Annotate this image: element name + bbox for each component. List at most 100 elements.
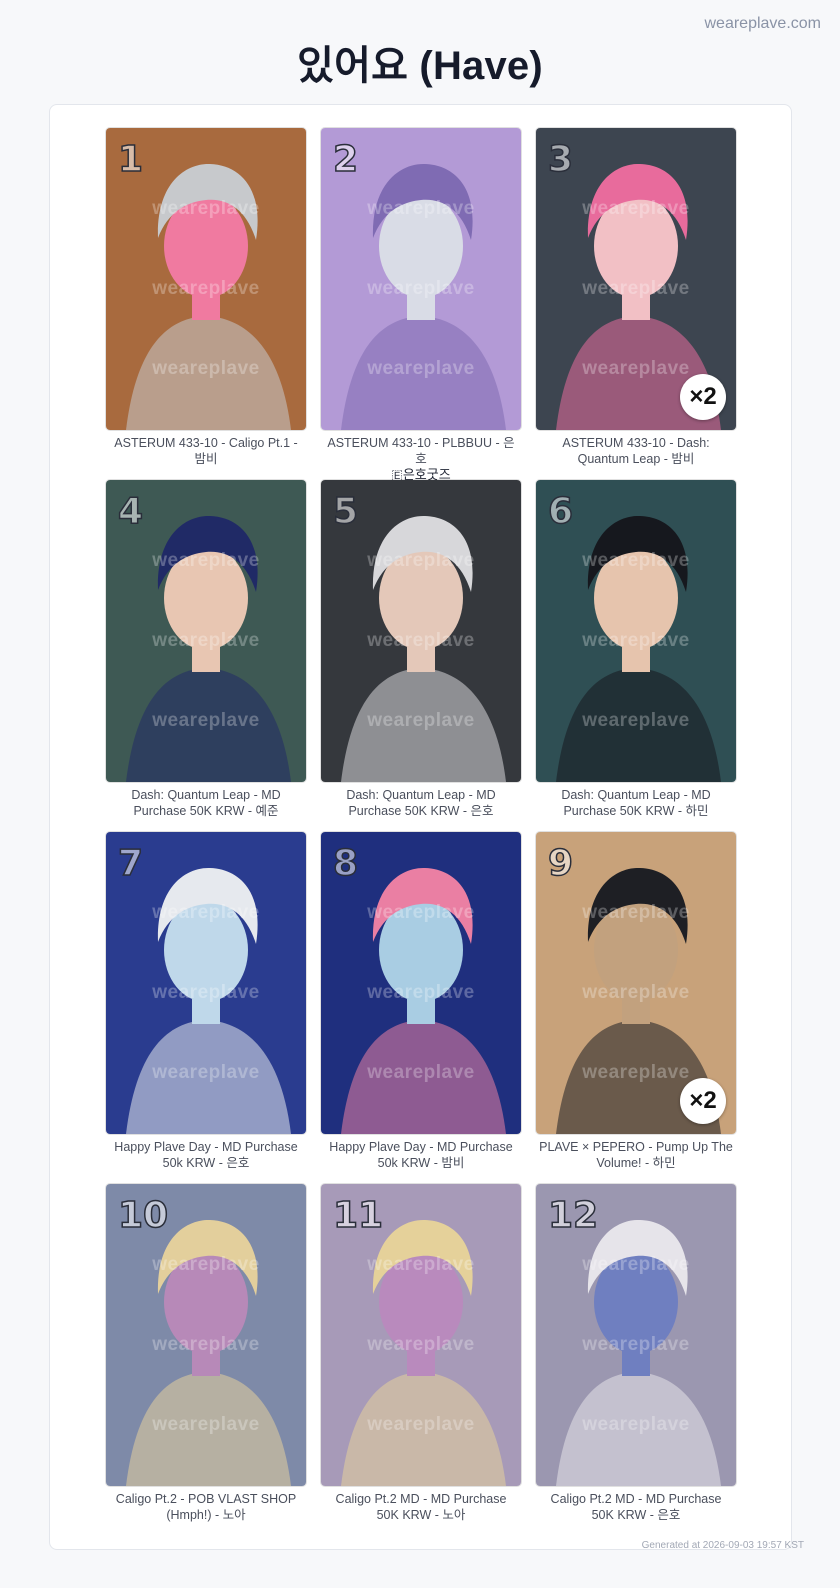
card-number: 8 [332,842,359,885]
photocard-panel: weareplave weareplave weareplave 1 ASTERUM 4… [49,104,792,1550]
card-number: 3 [547,138,574,181]
photocard-item[interactable]: weareplave weareplave weareplave 10 Caligo P… [106,1184,306,1532]
card-caption-text: Happy Plave Day - MD Purchase 50k KRW - … [329,1140,513,1170]
card-number: 5 [332,490,359,533]
photocard-item[interactable]: weareplave weareplave weareplave 11 Caligo P… [321,1184,521,1532]
card-number: 12 [547,1194,599,1237]
site-name[interactable]: weareplave.com [705,15,822,33]
card-caption: Happy Plave Day - MD Purchase 50k KRW - … [321,1139,521,1171]
card-caption: Caligo Pt.2 - POB VLAST SHOP (Hmph!) - 노… [106,1491,306,1523]
card-caption: Dash: Quantum Leap - MD Purchase 50K KRW… [106,787,306,819]
card-number: 11 [332,1194,384,1237]
card-caption: PLAVE × PEPERO - Pump Up The Volume! - 하… [536,1139,736,1171]
photocard-image[interactable]: weareplave weareplave weareplave 12 [536,1184,736,1486]
watermark: weareplave [582,710,690,731]
watermark: weareplave [367,550,475,571]
card-caption-text: Caligo Pt.2 MD - MD Purchase 50K KRW - 노… [335,1492,507,1522]
photocard-image[interactable]: weareplave weareplave weareplave 11 [321,1184,521,1486]
watermark: weareplave [367,198,475,219]
photocard-image[interactable]: weareplave weareplave weareplave 9 ×2 [536,832,736,1134]
photocard-image[interactable]: weareplave weareplave weareplave 1 [106,128,306,430]
watermark: weareplave [152,1062,260,1083]
watermark: weareplave [367,1062,475,1083]
card-caption: Caligo Pt.2 MD - MD Purchase 50K KRW - 노… [321,1491,521,1523]
watermark: weareplave [367,1414,475,1435]
card-caption-text: Dash: Quantum Leap - MD Purchase 50K KRW… [561,788,711,818]
watermark: weareplave [152,550,260,571]
card-caption: ASTERUM 433-10 - PLBBUU - 은호 🇪은호굿즈 [321,435,521,483]
photocard-image[interactable]: weareplave weareplave weareplave 7 [106,832,306,1134]
watermark: weareplave [152,1414,260,1435]
photocard-item[interactable]: weareplave weareplave weareplave 9 ×2 PLAVE ×… [536,832,736,1180]
photocard-image[interactable]: weareplave weareplave weareplave 4 [106,480,306,782]
photocard-item[interactable]: weareplave weareplave weareplave 12 Caligo P… [536,1184,736,1532]
watermark: weareplave [367,630,475,651]
photocard-item[interactable]: weareplave weareplave weareplave 4 Dash: Qua… [106,480,306,828]
watermark: weareplave [152,1334,260,1355]
watermark: weareplave [152,982,260,1003]
photocard-item[interactable]: weareplave weareplave weareplave 7 Happy Pla… [106,832,306,1180]
watermark: weareplave [152,198,260,219]
watermark: weareplave [367,1254,475,1275]
watermark: weareplave [367,358,475,379]
photocard-image[interactable]: weareplave weareplave weareplave 5 [321,480,521,782]
card-number: 2 [332,138,359,181]
watermark: weareplave [152,1254,260,1275]
photocard-item[interactable]: weareplave weareplave weareplave 8 Happy Pla… [321,832,521,1180]
photocard-image[interactable]: weareplave weareplave weareplave 8 [321,832,521,1134]
generated-timestamp: Generated at 2026-09-03 19:57 KST [641,1540,804,1551]
card-caption-text: ASTERUM 433-10 - PLBBUU - 은호 [327,436,515,466]
watermark: weareplave [152,710,260,731]
watermark: weareplave [367,1334,475,1355]
watermark: weareplave [367,278,475,299]
card-caption-text: PLAVE × PEPERO - Pump Up The Volume! - 하… [539,1140,733,1170]
watermark: weareplave [367,710,475,731]
watermark: weareplave [582,198,690,219]
photocard-item[interactable]: weareplave weareplave weareplave 2 ASTERUM 4… [321,128,521,482]
watermark: weareplave [367,982,475,1003]
quantity-badge: ×2 [680,1078,726,1124]
card-number: 9 [547,842,574,885]
card-number: 7 [117,842,144,885]
watermark: weareplave [582,1414,690,1435]
card-number: 10 [117,1194,169,1237]
card-caption: Happy Plave Day - MD Purchase 50k KRW - … [106,1139,306,1171]
card-caption-text: ASTERUM 433-10 - Dash: Quantum Leap - 밤비 [562,436,710,466]
photocard-item[interactable]: weareplave weareplave weareplave 1 ASTERUM 4… [106,128,306,476]
watermark: weareplave [152,358,260,379]
watermark: weareplave [367,902,475,923]
card-caption: ASTERUM 433-10 - Caligo Pt.1 - 밤비 [106,435,306,467]
card-caption-text: Happy Plave Day - MD Purchase 50k KRW - … [114,1140,298,1170]
photocard-image[interactable]: weareplave weareplave weareplave 6 [536,480,736,782]
watermark: weareplave [582,550,690,571]
watermark: weareplave [582,902,690,923]
watermark: weareplave [582,1334,690,1355]
photocard-image[interactable]: weareplave weareplave weareplave 2 [321,128,521,430]
watermark: weareplave [582,982,690,1003]
photocard-image[interactable]: weareplave weareplave weareplave 3 ×2 [536,128,736,430]
watermark: weareplave [582,1254,690,1275]
card-caption: Caligo Pt.2 MD - MD Purchase 50K KRW - 은… [536,1491,736,1523]
card-number: 4 [117,490,144,533]
watermark: weareplave [582,630,690,651]
photocard-grid: weareplave weareplave weareplave 1 ASTERUM 4… [106,128,736,1532]
photocard-item[interactable]: weareplave weareplave weareplave 6 Dash: Qua… [536,480,736,828]
card-caption-text: Caligo Pt.2 - POB VLAST SHOP (Hmph!) - 노… [115,1492,297,1522]
quantity-badge: ×2 [680,374,726,420]
card-caption-text: Dash: Quantum Leap - MD Purchase 50K KRW… [131,788,281,818]
card-caption-text: ASTERUM 433-10 - Caligo Pt.1 - 밤비 [114,436,298,466]
card-number: 1 [117,138,144,181]
watermark: weareplave [152,278,260,299]
card-caption-text: Caligo Pt.2 MD - MD Purchase 50K KRW - 은… [550,1492,722,1522]
watermark: weareplave [152,902,260,923]
page-title: 있어요 (Have) [297,44,543,88]
card-caption: Dash: Quantum Leap - MD Purchase 50K KRW… [536,787,736,819]
watermark: weareplave [582,278,690,299]
photocard-item[interactable]: weareplave weareplave weareplave 3 ×2 ASTERUM… [536,128,736,476]
card-caption: ASTERUM 433-10 - Dash: Quantum Leap - 밤비 [536,435,736,467]
watermark: weareplave [152,630,260,651]
card-caption-text: Dash: Quantum Leap - MD Purchase 50K KRW… [346,788,496,818]
card-number: 6 [547,490,574,533]
photocard-image[interactable]: weareplave weareplave weareplave 10 [106,1184,306,1486]
photocard-item[interactable]: weareplave weareplave weareplave 5 Dash: Qua… [321,480,521,828]
